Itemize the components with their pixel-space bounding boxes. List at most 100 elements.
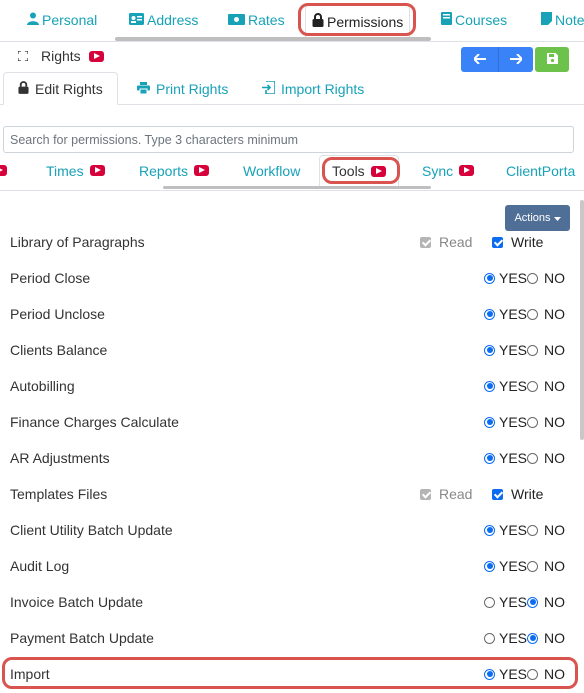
yes-option[interactable]: YES (484, 558, 527, 574)
no-option[interactable]: NO (527, 522, 565, 538)
tab-label: Address (147, 12, 199, 28)
forward-button[interactable] (498, 47, 533, 72)
yes-option[interactable]: YES (484, 414, 527, 430)
no-radio[interactable] (527, 452, 538, 464)
no-label: NO (544, 666, 565, 682)
tab-rates[interactable]: Rates (228, 5, 285, 35)
tab-sync[interactable]: Sync (422, 155, 475, 186)
no-label: NO (544, 594, 565, 610)
no-label: NO (544, 558, 565, 574)
no-option[interactable]: NO (527, 450, 565, 466)
category-scrollbar[interactable] (163, 186, 431, 189)
tab-times[interactable]: Times (46, 155, 105, 186)
yes-radio[interactable] (484, 560, 495, 572)
yes-radio[interactable] (484, 380, 495, 392)
tab-prev-clipped[interactable] (0, 155, 7, 186)
yes-radio[interactable] (484, 272, 495, 284)
save-button[interactable] (535, 47, 569, 72)
no-radio[interactable] (527, 308, 538, 320)
tab-clientportal[interactable]: ClientPorta (506, 155, 575, 186)
yes-radio[interactable] (484, 416, 495, 428)
write-option[interactable]: Write (492, 234, 543, 250)
tab-tools[interactable]: Tools (319, 155, 399, 187)
permission-label: Period Close (10, 270, 91, 286)
no-radio[interactable] (527, 416, 538, 428)
tab-note[interactable]: Note (541, 5, 584, 35)
read-checkbox (420, 488, 431, 500)
permission-row: Library of Paragraphs Read Write (10, 230, 570, 254)
actions-button[interactable]: Actions (505, 205, 570, 231)
tab-import-rights[interactable]: Import Rights (262, 72, 364, 105)
no-option[interactable]: NO (527, 306, 565, 322)
no-radio[interactable] (527, 380, 538, 392)
youtube-icon[interactable] (0, 165, 7, 176)
tab-label: Times (46, 162, 84, 179)
no-option[interactable]: NO (527, 378, 565, 394)
yes-radio[interactable] (484, 308, 495, 320)
write-checkbox[interactable] (492, 488, 503, 500)
no-radio[interactable] (527, 668, 538, 680)
no-option[interactable]: NO (527, 270, 565, 286)
no-option[interactable]: NO (527, 558, 565, 574)
tab-edit-rights[interactable]: Edit Rights (3, 72, 118, 105)
yes-radio[interactable] (484, 596, 495, 608)
no-option[interactable]: NO (527, 414, 565, 430)
tab-reports[interactable]: Reports (139, 155, 210, 186)
yes-option[interactable]: YES (484, 522, 527, 538)
yes-radio[interactable] (484, 452, 495, 464)
youtube-icon[interactable] (194, 165, 210, 176)
yes-label: YES (499, 666, 528, 682)
yes-radio[interactable] (484, 344, 495, 356)
no-option[interactable]: NO (527, 630, 565, 646)
tab-personal[interactable]: Personal (27, 5, 97, 35)
no-radio[interactable] (527, 344, 538, 356)
yes-label: YES (499, 378, 528, 394)
read-option: Read (420, 234, 472, 250)
print-icon (137, 81, 150, 97)
yes-label: YES (499, 342, 528, 358)
write-label: Write (511, 486, 544, 502)
yes-option[interactable]: YES (484, 342, 527, 358)
tab-label: Courses (455, 12, 508, 28)
tab-workflow[interactable]: Workflow (243, 155, 300, 186)
youtube-icon[interactable] (459, 165, 475, 176)
yes-option[interactable]: YES (484, 450, 527, 466)
back-button[interactable] (461, 47, 498, 72)
yes-label: YES (499, 594, 528, 610)
tab-print-rights[interactable]: Print Rights (137, 72, 228, 105)
yes-option[interactable]: YES (484, 306, 527, 322)
no-radio[interactable] (527, 560, 538, 572)
expand-icon[interactable] (17, 48, 29, 64)
rights-tab-bar: Edit Rights Print Rights Import Rights (0, 72, 584, 105)
no-label: NO (544, 378, 565, 394)
youtube-icon[interactable] (370, 165, 386, 177)
no-option[interactable]: NO (527, 342, 565, 358)
no-option[interactable]: NO (527, 594, 565, 610)
page-scrollbar[interactable] (580, 200, 584, 440)
no-radio[interactable] (527, 596, 538, 608)
write-checkbox[interactable] (492, 236, 503, 248)
tab-courses[interactable]: Courses (441, 5, 507, 35)
yes-option[interactable]: YES (484, 378, 527, 394)
tab-address[interactable]: Address (129, 5, 198, 35)
yes-option[interactable]: YES (484, 630, 527, 646)
write-option[interactable]: Write (492, 486, 543, 502)
yes-option[interactable]: YES (484, 666, 527, 682)
yes-radio[interactable] (484, 668, 495, 680)
no-radio[interactable] (527, 524, 538, 536)
search-input[interactable] (3, 126, 574, 153)
yes-radio[interactable] (484, 524, 495, 536)
no-radio[interactable] (527, 632, 538, 644)
yes-option[interactable]: YES (484, 594, 527, 610)
tab-permissions[interactable]: Permissions (305, 5, 411, 37)
permission-row: Period Close YES NO (10, 266, 570, 290)
tab-scrollbar[interactable] (115, 37, 431, 41)
no-radio[interactable] (527, 272, 538, 284)
arrow-left-icon (472, 51, 486, 68)
youtube-icon[interactable] (89, 165, 105, 176)
yes-option[interactable]: YES (484, 270, 527, 286)
yes-radio[interactable] (484, 632, 495, 644)
youtube-icon[interactable] (88, 50, 104, 62)
no-option[interactable]: NO (527, 666, 565, 682)
save-icon (546, 52, 558, 67)
